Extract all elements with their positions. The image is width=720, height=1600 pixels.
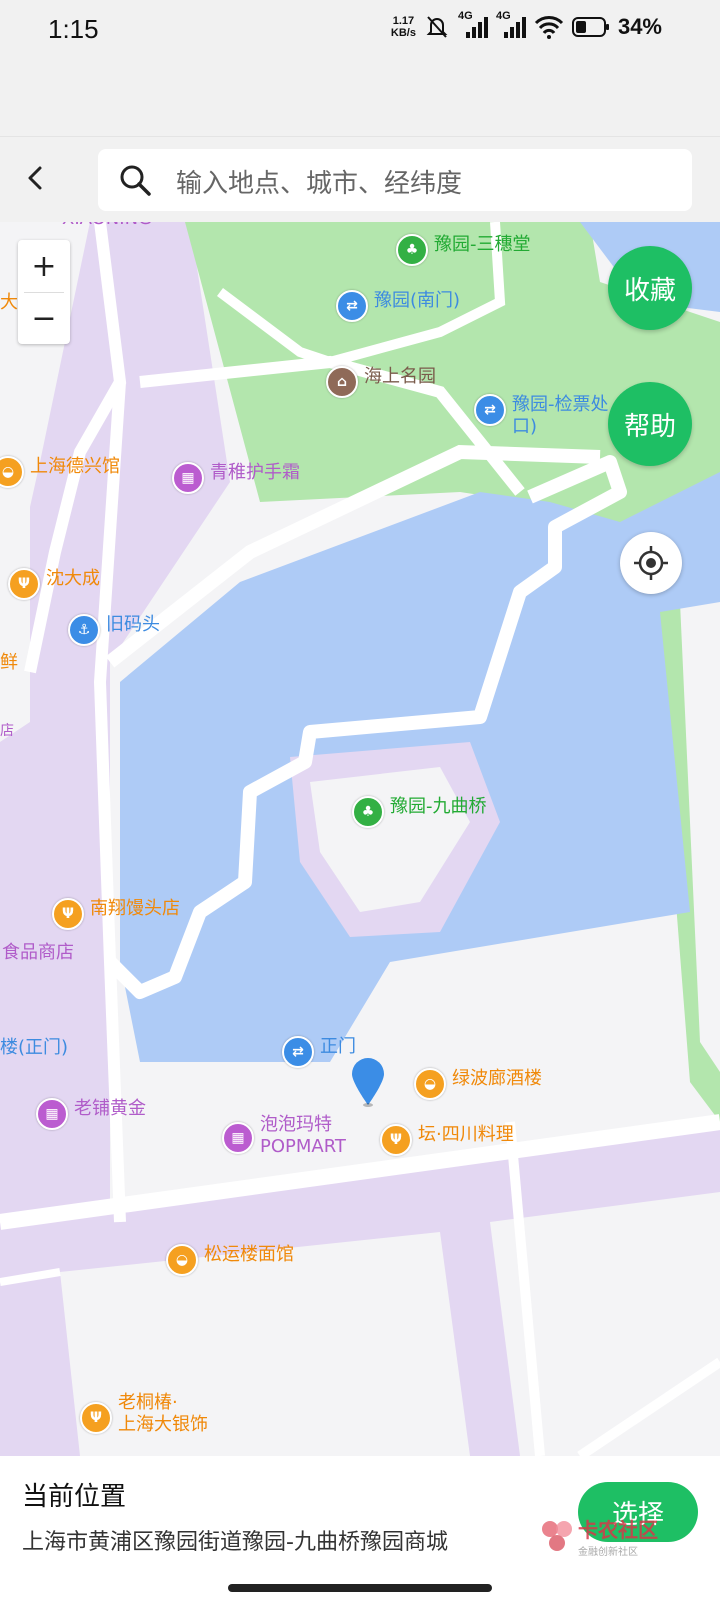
watermark-subtext: 金融创新社区 [578,1547,638,1558]
poi-label: 老桐椿· [118,1392,178,1413]
status-icons: 1.17 KB/s 4G 4G 34% [391,10,662,40]
crosshair-icon [634,546,668,580]
favorite-button[interactable]: 收藏 [608,246,692,330]
net-speed-unit: KB/s [390,27,416,39]
poi-label-line2: 口) [512,416,538,437]
watermark-logo-icon [542,1521,572,1551]
restaurant-icon: Ψ [80,1402,112,1434]
poi-label: 豫园-九曲桥 [390,796,487,817]
status-bar: 1:15 1.17 KB/s 4G 4G 34% [0,0,720,62]
poi-haishang-garden[interactable]: ⌂ 海上名园 [326,366,436,398]
poi-label: 正门 [320,1036,356,1057]
entrance-icon: ⇄ [336,290,368,322]
net-speed-value: 1.17 [392,15,415,27]
watermark-text: 卡农社区 [578,1518,658,1542]
current-location-title: 当前位置 [22,1482,127,1512]
poi-label: 上海德兴馆 [30,456,120,477]
landmark-icon: ♣ [396,234,428,266]
entrance-icon: ⇄ [282,1036,314,1068]
building-icon: ⌂ [326,366,358,398]
battery-percentage: 34% [617,14,662,39]
wifi-icon [534,16,564,39]
poi-jiuqu-bridge[interactable]: ♣ 豫园-九曲桥 [352,796,487,828]
poi-label: 旧码头 [106,614,160,635]
poi-label: 豫园-检票处 [512,394,609,415]
poi-old-pier[interactable]: ⚓ 旧码头 [68,614,160,646]
poi-lvbolang-restaurant[interactable]: ◒ 绿波廊酒楼 [414,1068,542,1100]
poi-laopu-gold[interactable]: ▦ 老铺黄金 [36,1098,146,1130]
net-speed: 1.17 KB/s [391,15,416,39]
locate-me-button[interactable] [620,532,682,594]
zoom-out-button[interactable]: − [18,292,70,344]
landmark-icon: ♣ [352,796,384,828]
entrance-icon: ⇄ [474,394,506,426]
poi-qingzhi-shop[interactable]: ▦ 青稚护手霜 [172,462,300,494]
poi-label: 老铺黄金 [74,1098,146,1119]
poi-songyun-noodles[interactable]: ◒ 松运楼面馆 [166,1244,294,1276]
shop-icon: ▦ [172,462,204,494]
system-nav-bar [0,1576,720,1600]
search-icon [120,165,151,196]
home-indicator[interactable] [228,1584,492,1592]
chevron-left-icon [28,166,42,190]
shop-icon: ▦ [222,1122,254,1154]
poi-label: 豫园-三穗堂 [434,234,531,255]
poi-label-line2: 上海大银饰 [118,1414,208,1435]
poi-laotong-silver[interactable]: Ψ 老桐椿· 上海大银饰 [80,1392,208,1436]
search-header: 输入地点、城市、经纬度 [0,136,720,223]
signal-1: 4G [458,10,488,40]
bowl-icon: ◒ [414,1068,446,1100]
current-location-panel: 当前位置 上海市黄浦区豫园街道豫园-九曲桥豫园商城 选择 卡农社区 金融创新社区 [0,1456,720,1576]
signal-icon [503,17,526,38]
poi-label: 绿波廊酒楼 [452,1068,542,1089]
help-button[interactable]: 帮助 [608,382,692,466]
poi-yuyuan-south-gate[interactable]: ⇄ 豫园(南门) [336,290,460,322]
shop-icon: ▦ [36,1098,68,1130]
poi-popmart[interactable]: ▦ 泡泡玛特 POPMART [222,1114,346,1158]
signal-2: 4G [496,10,526,40]
status-time: 1:15 [48,14,99,44]
map-edge-label: 楼(正门) [0,1037,69,1058]
restaurant-icon: Ψ [8,568,40,600]
bowl-icon: ◒ [166,1244,198,1276]
poi-label: 海上名园 [364,366,436,387]
search-placeholder: 输入地点、城市、经纬度 [176,169,463,199]
poi-label: 松运楼面馆 [204,1244,294,1265]
anchor-icon: ⚓ [68,614,100,646]
signal-icon [465,17,488,38]
poi-ticket-check[interactable]: ⇄ 豫园-检票处 口) [474,394,609,438]
poi-sichuan-restaurant[interactable]: Ψ 坛·四川料理 [380,1124,514,1156]
poi-label: 青稚护手霜 [210,462,300,483]
poi-label: 泡泡玛特 [260,1114,332,1135]
map-edge-label: 大 [0,292,18,313]
map-edge-label: 店 [0,723,14,739]
map-edge-label: 鲜 [0,652,18,673]
map-edge-label: 食品商店 [2,942,74,963]
poi-shendacheng[interactable]: Ψ 沈大成 [8,568,100,600]
location-pin-icon [352,1058,384,1107]
battery-icon [571,17,609,37]
zoom-control: + − [18,240,70,344]
watermark: 卡农社区 金融创新社区 [540,1514,658,1558]
bowl-icon: ◒ [0,456,24,488]
restaurant-icon: Ψ [52,898,84,930]
poi-label: 坛·四川料理 [418,1124,514,1145]
poi-label: 南翔馒头店 [90,898,180,919]
map-view[interactable]: XIAONING 大 鲜 店 食品商店 楼(正门) ♣ 豫园-三穗堂 ⇄ 豫园(… [0,222,720,1456]
poi-dexing-restaurant[interactable]: ◒ 上海德兴馆 [0,456,120,488]
poi-main-gate[interactable]: ⇄ 正门 [282,1036,356,1068]
current-location-address: 上海市黄浦区豫园街道豫园-九曲桥豫园商城 [22,1530,448,1555]
zoom-in-button[interactable]: + [18,240,70,292]
mute-bell-icon [426,16,448,38]
poi-label: 豫园(南门) [374,290,461,311]
poi-label-line2: POPMART [260,1136,346,1157]
restaurant-icon: Ψ [380,1124,412,1156]
search-input[interactable]: 输入地点、城市、经纬度 [98,149,692,211]
map-edge-label: XIAONING [62,222,152,230]
poi-label: 沈大成 [46,568,100,589]
poi-nanxiang-bun-shop[interactable]: Ψ 南翔馒头店 [52,898,180,930]
back-button[interactable] [14,156,58,200]
poi-sansui-hall[interactable]: ♣ 豫园-三穗堂 [396,234,531,266]
